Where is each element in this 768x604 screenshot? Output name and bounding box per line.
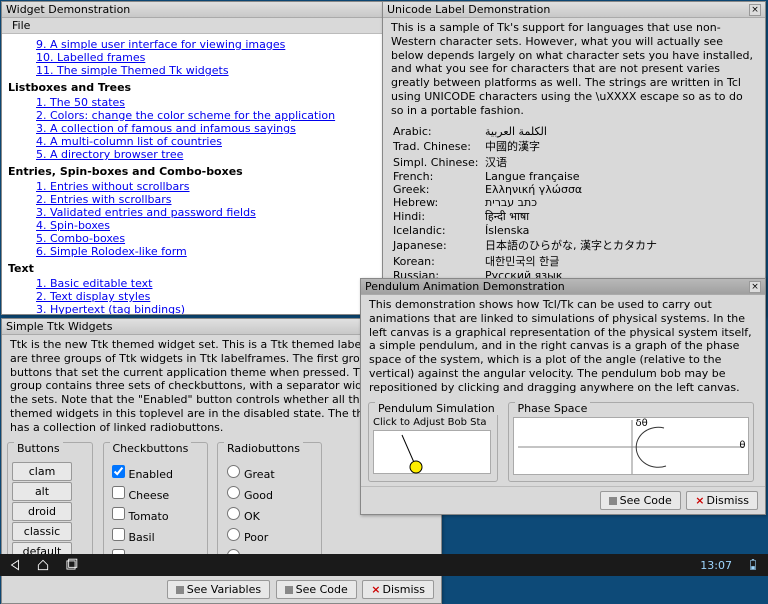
lang-label: Icelandic: xyxy=(393,224,485,237)
demo-link[interactable]: 4. Spin-boxes xyxy=(36,219,388,232)
check-enabled[interactable]: Enabled xyxy=(108,461,203,482)
lang-label: Hindi: xyxy=(393,210,485,223)
check-basil[interactable]: Basil xyxy=(108,524,203,545)
lang-value: Langue française xyxy=(485,170,580,183)
demo-link[interactable]: 1. The 50 states xyxy=(36,96,388,109)
close-icon: × xyxy=(695,494,704,507)
section-heading: Text xyxy=(8,262,388,275)
list-icon xyxy=(176,586,184,594)
close-icon[interactable]: × xyxy=(749,281,761,293)
demo-link[interactable]: 3. Hypertext (tag bindings) xyxy=(36,303,388,314)
pendulum-canvas[interactable] xyxy=(373,430,491,474)
lang-label: Trad. Chinese: xyxy=(393,140,485,153)
radio-ok[interactable]: OK xyxy=(222,503,317,524)
theme-button-clam[interactable]: clam xyxy=(12,462,72,481)
radio-good[interactable]: Good xyxy=(222,482,317,503)
pendulum-description: This demonstration shows how Tcl/Tk can … xyxy=(361,295,765,400)
section-heading: Entries, Spin-boxes and Combo-boxes xyxy=(8,165,388,178)
close-icon[interactable]: × xyxy=(749,4,761,16)
demo-link[interactable]: 4. A multi-column list of countries xyxy=(36,135,388,148)
recent-icon[interactable] xyxy=(64,558,78,572)
demo-link[interactable]: 3. Validated entries and password fields xyxy=(36,206,388,219)
pendulum-title: Pendulum Animation Demonstration xyxy=(365,280,565,293)
android-statusbar: 13:07 xyxy=(0,554,768,576)
theme-button-classic[interactable]: classic xyxy=(12,522,72,541)
pendulum-titlebar[interactable]: Pendulum Animation Demonstration × xyxy=(361,279,765,295)
home-icon[interactable] xyxy=(36,558,50,572)
lang-value: 日本語のひらがな, 漢字とカタカナ xyxy=(485,237,657,253)
demo-link[interactable]: 2. Entries with scrollbars xyxy=(36,193,388,206)
lang-label: Simpl. Chinese: xyxy=(393,156,485,169)
theta-label: θ xyxy=(739,440,745,451)
lang-value: כתב עברית xyxy=(485,196,537,209)
simulation-group-label: Pendulum Simulation xyxy=(375,402,498,415)
demo-link[interactable]: 9. A simple user interface for viewing i… xyxy=(36,38,388,51)
radio-poor[interactable]: Poor xyxy=(222,524,317,545)
unicode-window: Unicode Label Demonstration × This is a … xyxy=(382,1,766,317)
close-icon: × xyxy=(371,583,380,596)
lang-value: 汉语 xyxy=(485,154,507,170)
dismiss-button[interactable]: ×Dismiss xyxy=(686,491,758,510)
lang-value: الكلمة العربية xyxy=(485,125,547,138)
dtheta-label: δθ xyxy=(636,418,648,429)
lang-value: हिन्दी भाषा xyxy=(485,209,529,224)
phase-canvas[interactable]: δθ θ xyxy=(513,417,749,475)
demo-link[interactable]: 3. A collection of famous and infamous s… xyxy=(36,122,388,135)
demo-link[interactable]: 5. A directory browser tree xyxy=(36,148,388,161)
section-heading: Listboxes and Trees xyxy=(8,81,388,94)
lang-label: Japanese: xyxy=(393,239,485,252)
widget-demo-title: Widget Demonstration xyxy=(6,3,130,16)
radio-great[interactable]: Great xyxy=(222,461,317,482)
check-cheese[interactable]: Cheese xyxy=(108,482,203,503)
ttk-title: Simple Ttk Widgets xyxy=(6,320,112,333)
demo-link[interactable]: 2. Text display styles xyxy=(36,290,388,303)
radios-group-label: Radiobuttons xyxy=(224,442,303,455)
unicode-title: Unicode Label Demonstration xyxy=(387,3,550,16)
simulation-hint: Click to Adjust Bob Sta xyxy=(373,417,493,430)
demo-link[interactable]: 1. Basic editable text xyxy=(36,277,388,290)
widget-demo-titlebar[interactable]: Widget Demonstration xyxy=(2,2,394,18)
phase-group-label: Phase Space xyxy=(515,402,591,415)
theme-button-droid[interactable]: droid xyxy=(12,502,72,521)
pendulum-window: Pendulum Animation Demonstration × This … xyxy=(360,278,766,515)
widget-demo-window: Widget Demonstration File 9. A simple us… xyxy=(1,1,395,315)
see-code-button[interactable]: See Code xyxy=(600,491,681,510)
file-menu[interactable]: File xyxy=(6,18,36,33)
lang-label: Korean: xyxy=(393,255,485,268)
lang-label: Greek: xyxy=(393,183,485,196)
demo-link[interactable]: 1. Entries without scrollbars xyxy=(36,180,388,193)
demo-link[interactable]: 6. Simple Rolodex-like form xyxy=(36,245,388,258)
buttons-group-label: Buttons xyxy=(14,442,63,455)
checks-group-label: Checkbuttons xyxy=(110,442,192,455)
demo-link[interactable]: 2. Colors: change the color scheme for t… xyxy=(36,109,388,122)
see-variables-button[interactable]: See Variables xyxy=(167,580,270,599)
battery-icon xyxy=(746,558,760,572)
theme-button-alt[interactable]: alt xyxy=(12,482,72,501)
lang-label: Arabic: xyxy=(393,125,485,138)
lang-value: Íslenska xyxy=(485,224,529,237)
clock: 13:07 xyxy=(700,559,732,572)
back-icon[interactable] xyxy=(8,558,22,572)
unicode-description: This is a sample of Tk's support for lan… xyxy=(383,18,765,123)
lang-label: Hebrew: xyxy=(393,196,485,209)
lang-value: 中國的漢字 xyxy=(485,138,540,154)
lang-value: 대한민국의 한글 xyxy=(485,253,559,269)
demo-link[interactable]: 5. Combo-boxes xyxy=(36,232,388,245)
demo-link[interactable]: 11. The simple Themed Tk widgets xyxy=(36,64,388,77)
dismiss-button[interactable]: ×Dismiss xyxy=(362,580,434,599)
code-icon xyxy=(285,586,293,594)
demo-link[interactable]: 10. Labelled frames xyxy=(36,51,388,64)
code-icon xyxy=(609,497,617,505)
lang-value: Ελληνική γλώσσα xyxy=(485,183,582,196)
see-code-button[interactable]: See Code xyxy=(276,580,357,599)
check-tomato[interactable]: Tomato xyxy=(108,503,203,524)
lang-label: French: xyxy=(393,170,485,183)
unicode-titlebar[interactable]: Unicode Label Demonstration × xyxy=(383,2,765,18)
